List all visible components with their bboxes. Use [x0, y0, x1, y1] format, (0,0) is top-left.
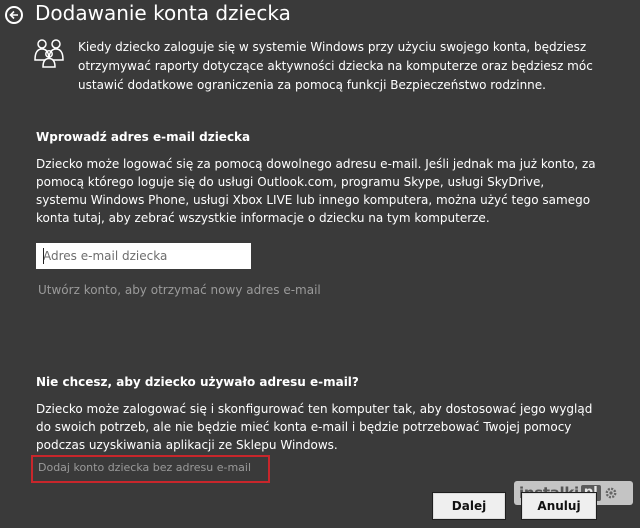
- add-child-without-email-link[interactable]: Dodaj konto dziecka bez adresu e-mail: [38, 461, 251, 474]
- email-section-text: Dziecko może logować się za pomocą dowol…: [36, 157, 596, 225]
- email-section-heading: Wprowadź adres e-mail dziecka: [36, 130, 251, 144]
- family-icon: [34, 39, 64, 68]
- no-email-section-heading: Nie chcesz, aby dziecko używało adresu e…: [36, 375, 359, 389]
- no-email-section-text: Dziecko może zalogować się i skonfigurow…: [36, 402, 593, 452]
- back-button[interactable]: [5, 6, 23, 24]
- cancel-button[interactable]: Anuluj: [521, 492, 597, 520]
- page-title: Dodawanie konta dziecka: [35, 1, 291, 25]
- arrow-left-icon: [9, 10, 18, 20]
- next-button[interactable]: Dalej: [432, 492, 506, 520]
- create-account-link[interactable]: Utwórz konto, aby otrzymać nowy adres e-…: [38, 283, 321, 297]
- gear-icon: [605, 487, 617, 499]
- intro-text: Kiedy dziecko zaloguje się w systemie Wi…: [78, 40, 593, 92]
- child-email-input[interactable]: [36, 243, 251, 269]
- text-caret: [43, 248, 44, 264]
